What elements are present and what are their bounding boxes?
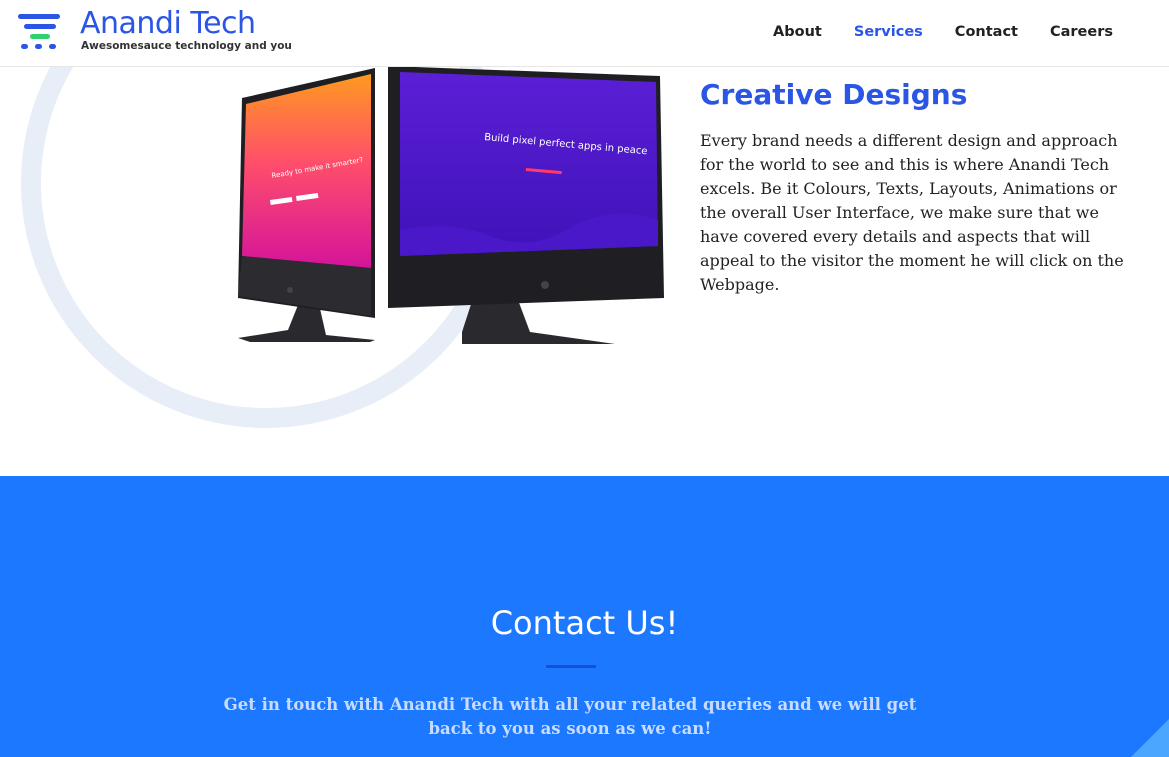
site-header: Anandi Tech Awesomesauce technology and … xyxy=(0,0,1169,67)
section-title: Creative Designs xyxy=(700,78,968,111)
nav-link-about[interactable]: About xyxy=(773,22,822,42)
nav-link-services[interactable]: Services xyxy=(854,22,923,42)
contact-section: Contact Us! Get in touch with Anandi Tec… xyxy=(0,476,1169,757)
nav-link-careers[interactable]: Careers xyxy=(1050,22,1113,42)
monitors-mockup-image: Ready to make it smarter? Build pixel pe… xyxy=(238,66,664,344)
logo-title[interactable]: Anandi Tech xyxy=(80,6,256,42)
logo-icon[interactable] xyxy=(18,14,62,50)
contact-title: Contact Us! xyxy=(490,604,679,642)
main-nav: About Services Contact Careers xyxy=(741,22,1113,42)
corner-decoration xyxy=(1131,719,1169,757)
section-description: Every brand needs a different design and… xyxy=(700,131,1124,294)
contact-description: Get in touch with Anandi Tech with all y… xyxy=(223,695,917,738)
title-underline xyxy=(546,665,596,668)
nav-link-contact[interactable]: Contact xyxy=(955,22,1018,42)
logo-tagline: Awesomesauce technology and you xyxy=(81,40,292,52)
